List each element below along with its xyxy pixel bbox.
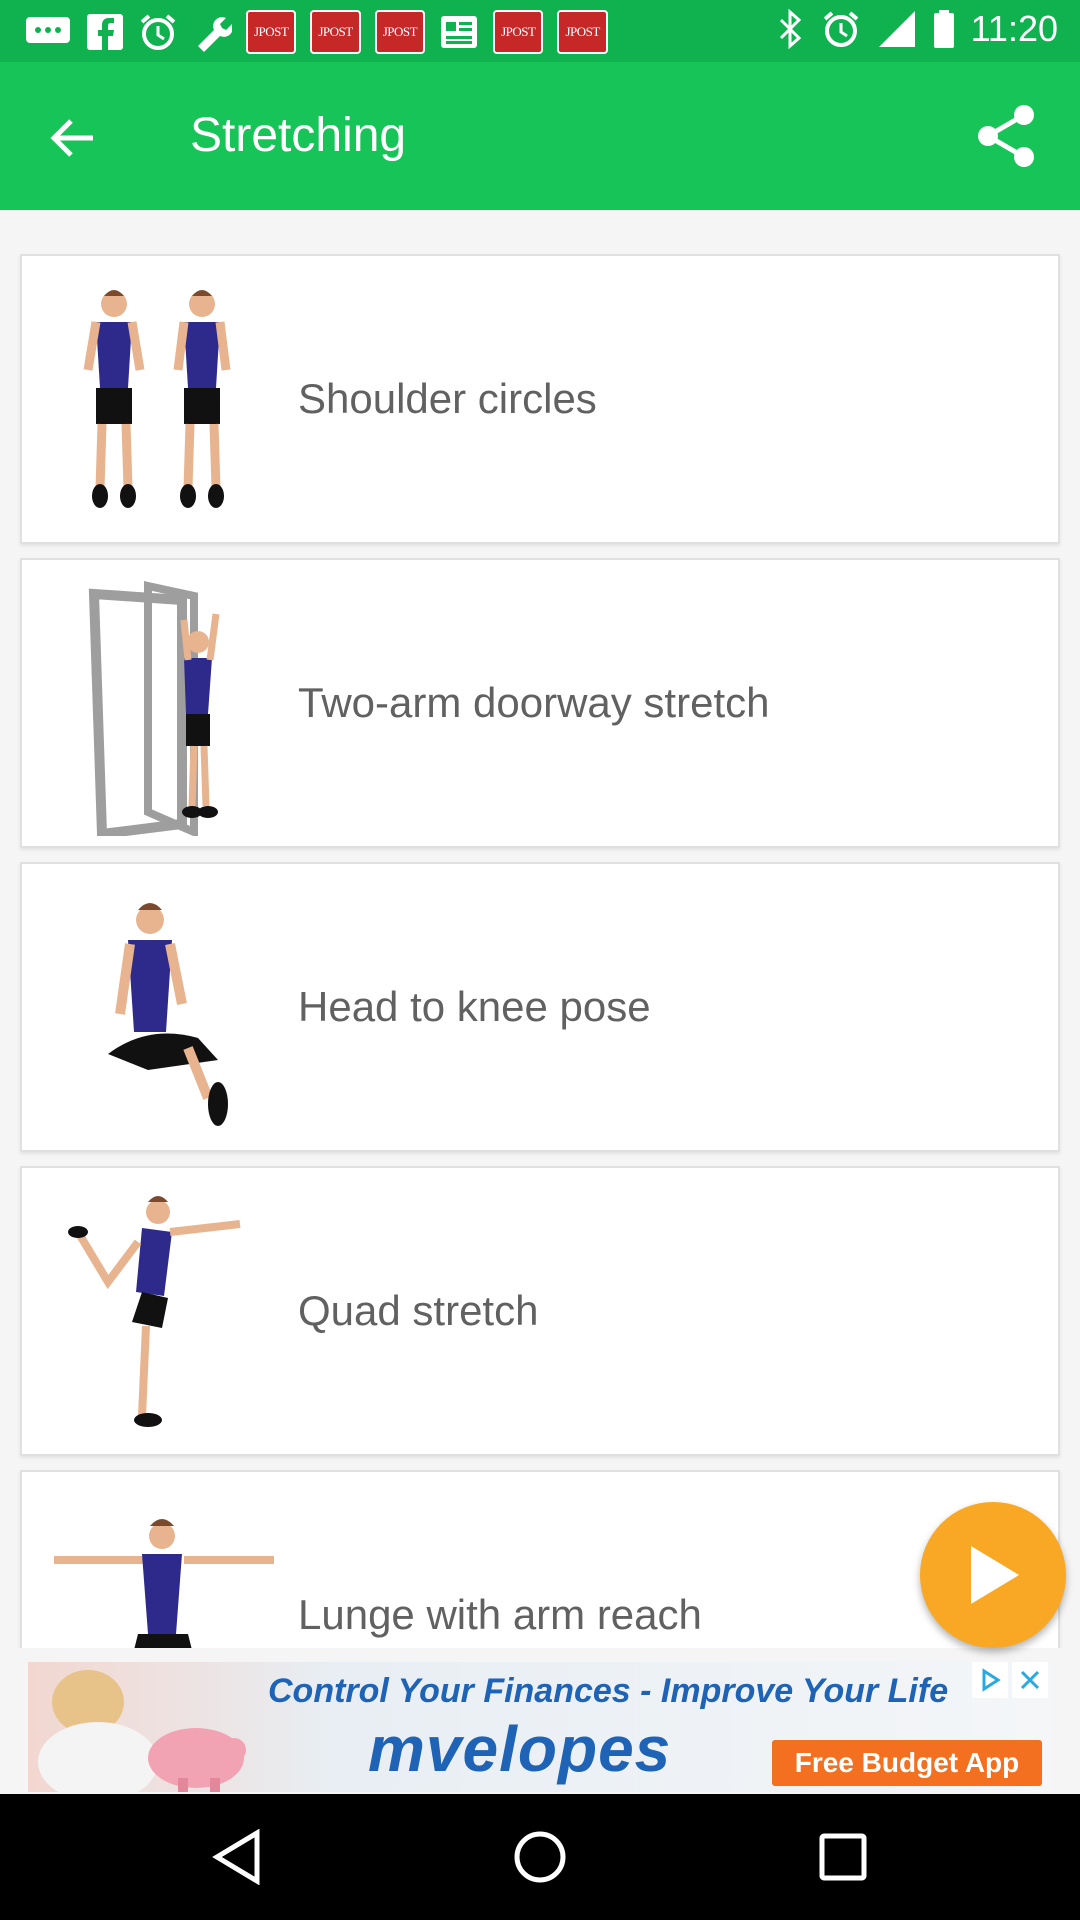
exercise-card-doorway-stretch[interactable]: Two-arm doorway stretch xyxy=(20,558,1060,848)
exercise-card-quad-stretch[interactable]: Quad stretch xyxy=(20,1166,1060,1456)
adchoices-icon[interactable] xyxy=(972,1662,1008,1698)
exercise-name: Lunge with arm reach xyxy=(298,1591,702,1638)
facebook-icon xyxy=(86,11,124,53)
alarm-icon xyxy=(821,8,861,50)
exercise-name: Two-arm doorway stretch xyxy=(298,679,770,726)
play-icon xyxy=(971,1546,1019,1604)
signal-icon xyxy=(877,8,917,50)
play-button[interactable] xyxy=(920,1502,1066,1648)
exercise-card-head-to-knee[interactable]: Head to knee pose xyxy=(20,862,1060,1152)
wrench-icon xyxy=(192,11,232,53)
bluetooth-icon xyxy=(777,8,805,50)
notification-icons: JPOST JPOST JPOST JPOST JPOST xyxy=(24,10,608,54)
exercise-thumbnail xyxy=(108,903,228,1126)
exercise-name: Head to knee pose xyxy=(298,983,651,1030)
ad-brand: mvelopes xyxy=(368,1713,672,1785)
jpost-badge: JPOST xyxy=(310,10,361,54)
app-bar: Stretching xyxy=(0,62,1080,210)
share-icon xyxy=(978,105,1034,167)
ad-banner[interactable]: Control Your Finances - Improve Your Lif… xyxy=(28,1662,1052,1792)
share-button[interactable] xyxy=(968,98,1044,174)
nav-home-button[interactable] xyxy=(505,1822,575,1892)
exercise-thumbnail xyxy=(83,290,231,508)
exercise-list[interactable]: Shoulder circles Two-arm doorway stretch… xyxy=(0,210,1080,1648)
exercise-thumbnail xyxy=(68,1196,241,1427)
exercise-thumbnail xyxy=(88,581,220,836)
back-triangle-icon xyxy=(212,1829,260,1885)
nav-back-button[interactable] xyxy=(202,1822,272,1892)
exercise-name: Quad stretch xyxy=(298,1287,539,1334)
ad-cta-button[interactable]: Free Budget App xyxy=(772,1740,1042,1786)
jpost-badge: JPOST xyxy=(246,10,297,54)
exercise-card-shoulder-circles[interactable]: Shoulder circles xyxy=(20,254,1060,544)
jpost-badge: JPOST xyxy=(493,10,544,54)
close-icon[interactable] xyxy=(1012,1662,1048,1698)
exercise-thumbnail xyxy=(54,1519,274,1648)
jpost-badge: JPOST xyxy=(374,10,426,54)
newspaper-icon xyxy=(439,11,479,53)
status-bar: JPOST JPOST JPOST JPOST JPOST 11:20 xyxy=(0,0,1080,62)
recents-square-icon xyxy=(819,1833,867,1881)
arrow-back-icon xyxy=(50,119,93,157)
exercise-card-lunge-arm-reach[interactable]: Lunge with arm reach xyxy=(20,1470,1060,1648)
ad-headline: Control Your Finances - Improve Your Lif… xyxy=(268,1672,949,1710)
page-title: Stretching xyxy=(190,109,407,162)
battery-icon xyxy=(933,8,955,50)
back-button[interactable] xyxy=(40,106,104,170)
exercise-name: Shoulder circles xyxy=(298,375,597,422)
messages-icon xyxy=(24,11,72,53)
clock: 11:20 xyxy=(970,8,1058,49)
home-circle-icon xyxy=(514,1831,566,1883)
nav-recents-button[interactable] xyxy=(808,1822,878,1892)
jpost-badge: JPOST xyxy=(557,10,608,54)
ad-image xyxy=(38,1670,246,1792)
alarm-icon xyxy=(138,11,178,53)
navigation-bar xyxy=(0,1794,1080,1920)
